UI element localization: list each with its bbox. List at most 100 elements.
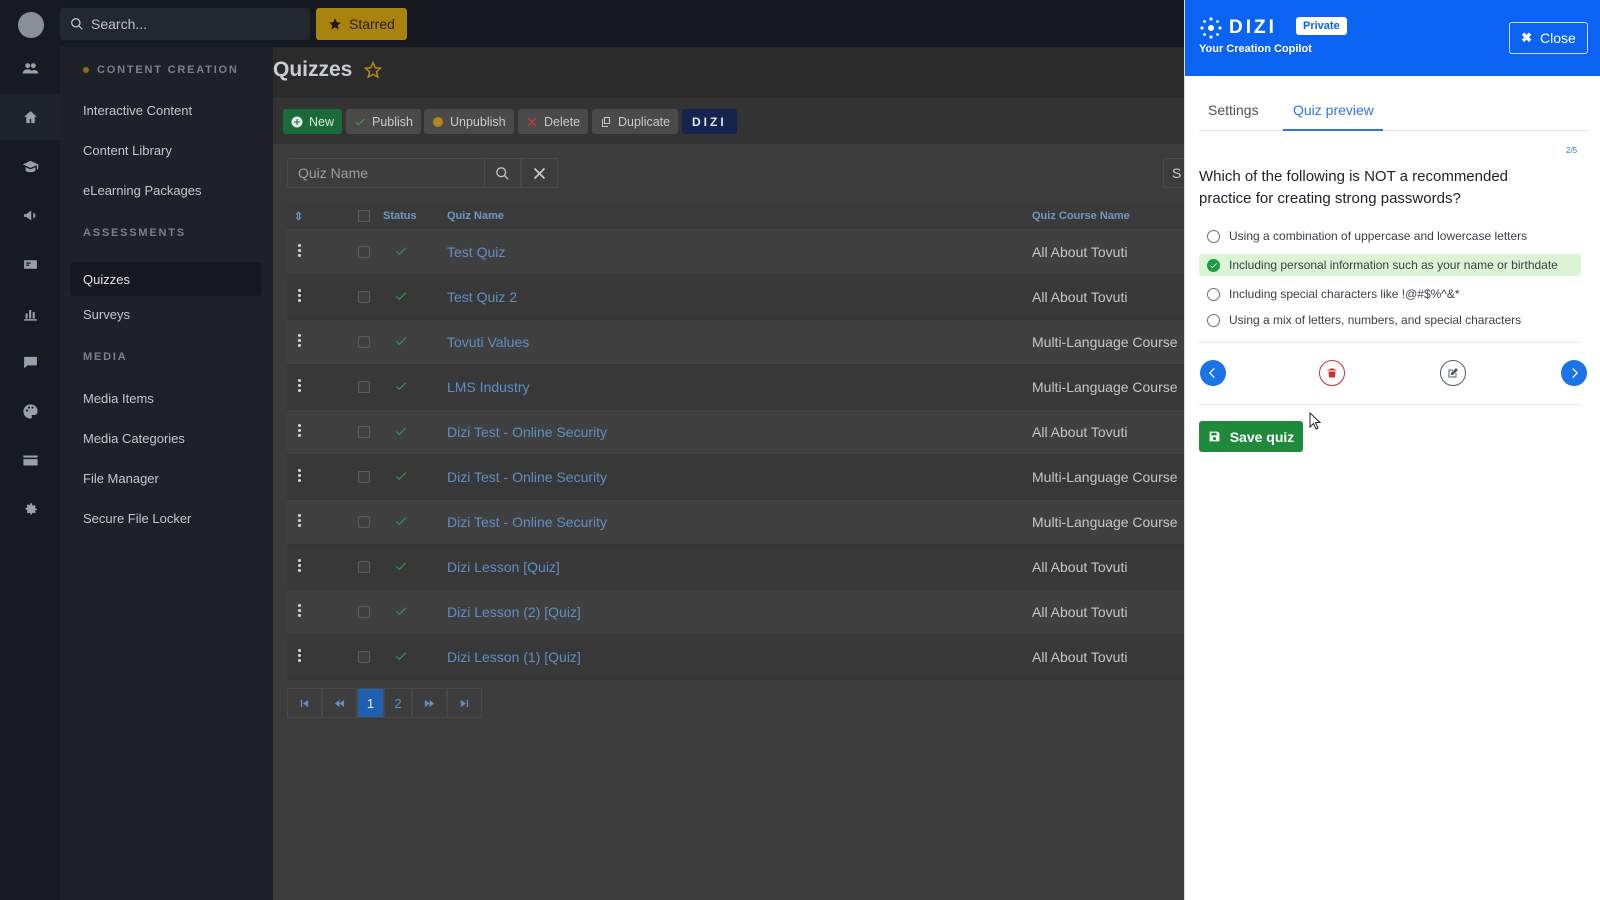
next-page-button[interactable]	[412, 688, 447, 718]
row-menu-icon[interactable]	[298, 244, 302, 259]
sort-icon[interactable]: ⇕	[294, 210, 303, 223]
row-checkbox[interactable]	[358, 561, 370, 573]
graduation-icon[interactable]	[20, 156, 40, 176]
certificate-icon[interactable]	[20, 254, 40, 274]
delete-question-button[interactable]	[1319, 360, 1345, 386]
chart-icon[interactable]	[20, 303, 40, 323]
quiz-name-link[interactable]: LMS Industry	[447, 379, 529, 395]
row-menu-icon[interactable]	[298, 649, 302, 664]
users-icon[interactable]	[20, 58, 40, 78]
publish-button[interactable]: Publish	[346, 109, 421, 134]
page-1-button[interactable]: 1	[357, 688, 384, 718]
sidebar-item-media-items[interactable]: Media Items	[83, 391, 154, 406]
sidebar-item-media-categories[interactable]: Media Categories	[83, 431, 185, 446]
table-row[interactable]: LMS Industry Multi-Language Course	[287, 365, 1184, 410]
gear-icon[interactable]	[20, 499, 40, 519]
table-row[interactable]: Tovuti Values Multi-Language Course	[287, 320, 1184, 365]
quiz-name-link[interactable]: Test Quiz 2	[447, 289, 517, 305]
starred-button[interactable]: Starred	[316, 8, 407, 40]
home-icon[interactable]	[0, 94, 60, 140]
filter-clear-button[interactable]	[521, 158, 558, 188]
row-checkbox[interactable]	[358, 291, 370, 303]
card-icon[interactable]	[20, 450, 40, 470]
search-input[interactable]: Search...	[60, 8, 310, 40]
edit-question-button[interactable]	[1440, 360, 1466, 386]
row-menu-icon[interactable]	[298, 379, 302, 394]
next-question-button[interactable]	[1561, 360, 1587, 386]
sidebar-item-secure-file-locker[interactable]: Secure File Locker	[83, 511, 191, 526]
row-menu-icon[interactable]	[298, 559, 302, 574]
delete-button[interactable]: Delete	[518, 109, 589, 134]
table-row[interactable]: Dizi Lesson (1) [Quiz] All About Tovuti	[287, 635, 1184, 680]
filter-search-button[interactable]	[484, 158, 521, 188]
sidebar-item-interactive-content[interactable]: Interactive Content	[83, 103, 192, 118]
quiz-name-link[interactable]: Dizi Lesson (2) [Quiz]	[447, 604, 581, 620]
row-menu-icon[interactable]	[298, 424, 302, 439]
sidebar-item-surveys[interactable]: Surveys	[83, 307, 130, 322]
prev-page-button[interactable]	[322, 688, 357, 718]
dizi-button[interactable]: DIZI	[682, 109, 737, 134]
row-menu-icon[interactable]	[298, 604, 302, 619]
table-row[interactable]: Dizi Test - Online Security Multi-Languag…	[287, 455, 1184, 500]
answer-option[interactable]: Using a mix of letters, numbers, and spe…	[1199, 309, 1581, 331]
quiz-name-link[interactable]: Dizi Lesson (1) [Quiz]	[447, 649, 581, 665]
row-checkbox[interactable]	[358, 651, 370, 663]
quiz-name-link[interactable]: Tovuti Values	[447, 334, 529, 350]
sidebar-item-quizzes[interactable]: Quizzes	[70, 262, 262, 296]
col-quiz-name[interactable]: Quiz Name	[447, 210, 504, 222]
row-menu-icon[interactable]	[298, 469, 302, 484]
unpublish-button[interactable]: Unpublish	[424, 109, 514, 134]
row-checkbox[interactable]	[358, 516, 370, 528]
quiz-course-name: Multi-Language Course	[1032, 334, 1178, 350]
tab-quiz-preview[interactable]: Quiz preview	[1293, 102, 1374, 118]
answer-option-correct[interactable]: Including personal information such as y…	[1199, 254, 1581, 276]
active-tab-indicator	[1283, 129, 1383, 131]
col-quiz-course-name[interactable]: Quiz Course Name	[1032, 210, 1130, 222]
previous-question-button[interactable]	[1200, 360, 1226, 386]
table-row[interactable]: Dizi Lesson (2) [Quiz] All About Tovuti	[287, 590, 1184, 635]
table-row[interactable]: Test Quiz 2 All About Tovuti	[287, 275, 1184, 320]
row-checkbox[interactable]	[358, 606, 370, 618]
sidebar-item-file-manager[interactable]: File Manager	[83, 471, 159, 486]
table-row[interactable]: Test Quiz All About Tovuti	[287, 230, 1184, 275]
page-2-button[interactable]: 2	[384, 688, 412, 718]
table-row[interactable]: Dizi Test - Online Security All About Tov…	[287, 410, 1184, 455]
quiz-name-link[interactable]: Dizi Test - Online Security	[447, 469, 607, 485]
row-checkbox[interactable]	[358, 471, 370, 483]
sidebar-item-content-library[interactable]: Content Library	[83, 143, 172, 158]
table-row[interactable]: Dizi Test - Online Security Multi-Languag…	[287, 500, 1184, 545]
megaphone-icon[interactable]	[20, 205, 40, 225]
quiz-name-link[interactable]: Dizi Test - Online Security	[447, 424, 607, 440]
row-menu-icon[interactable]	[298, 289, 302, 304]
tab-settings[interactable]: Settings	[1208, 102, 1259, 118]
quiz-name-link[interactable]: Test Quiz	[447, 244, 505, 260]
row-menu-icon[interactable]	[298, 514, 302, 529]
row-checkbox[interactable]	[358, 381, 370, 393]
first-page-button[interactable]	[287, 688, 322, 718]
save-quiz-button[interactable]: Save quiz	[1199, 421, 1303, 452]
answer-option[interactable]: Including special characters like !@#$%^…	[1199, 283, 1581, 305]
close-button[interactable]: ✖ Close	[1509, 22, 1588, 54]
row-checkbox[interactable]	[358, 246, 370, 258]
quiz-name-filter-input[interactable]: Quiz Name	[287, 158, 492, 188]
duplicate-button[interactable]: Duplicate	[592, 109, 679, 134]
last-page-button[interactable]	[447, 688, 482, 718]
row-checkbox[interactable]	[358, 336, 370, 348]
close-icon: ✖	[1521, 30, 1533, 45]
sidebar-item-elearning-packages[interactable]: eLearning Packages	[83, 183, 202, 198]
app-logo[interactable]	[18, 12, 44, 38]
chat-icon[interactable]	[20, 352, 40, 372]
quiz-name-link[interactable]: Dizi Lesson [Quiz]	[447, 559, 560, 575]
duplicate-label: Duplicate	[618, 114, 671, 129]
row-menu-icon[interactable]	[298, 334, 302, 349]
table-row[interactable]: Dizi Lesson [Quiz] All About Tovuti	[287, 545, 1184, 590]
quiz-name-link[interactable]: Dizi Test - Online Security	[447, 514, 607, 530]
palette-icon[interactable]	[20, 401, 40, 421]
col-status[interactable]: Status	[383, 210, 417, 222]
select-all-checkbox[interactable]	[358, 210, 370, 222]
answer-option[interactable]: Using a combination of uppercase and low…	[1199, 225, 1581, 247]
quiz-course-name: All About Tovuti	[1032, 244, 1128, 260]
star-outline-icon[interactable]	[364, 61, 383, 79]
new-button[interactable]: New	[283, 109, 343, 134]
row-checkbox[interactable]	[358, 426, 370, 438]
